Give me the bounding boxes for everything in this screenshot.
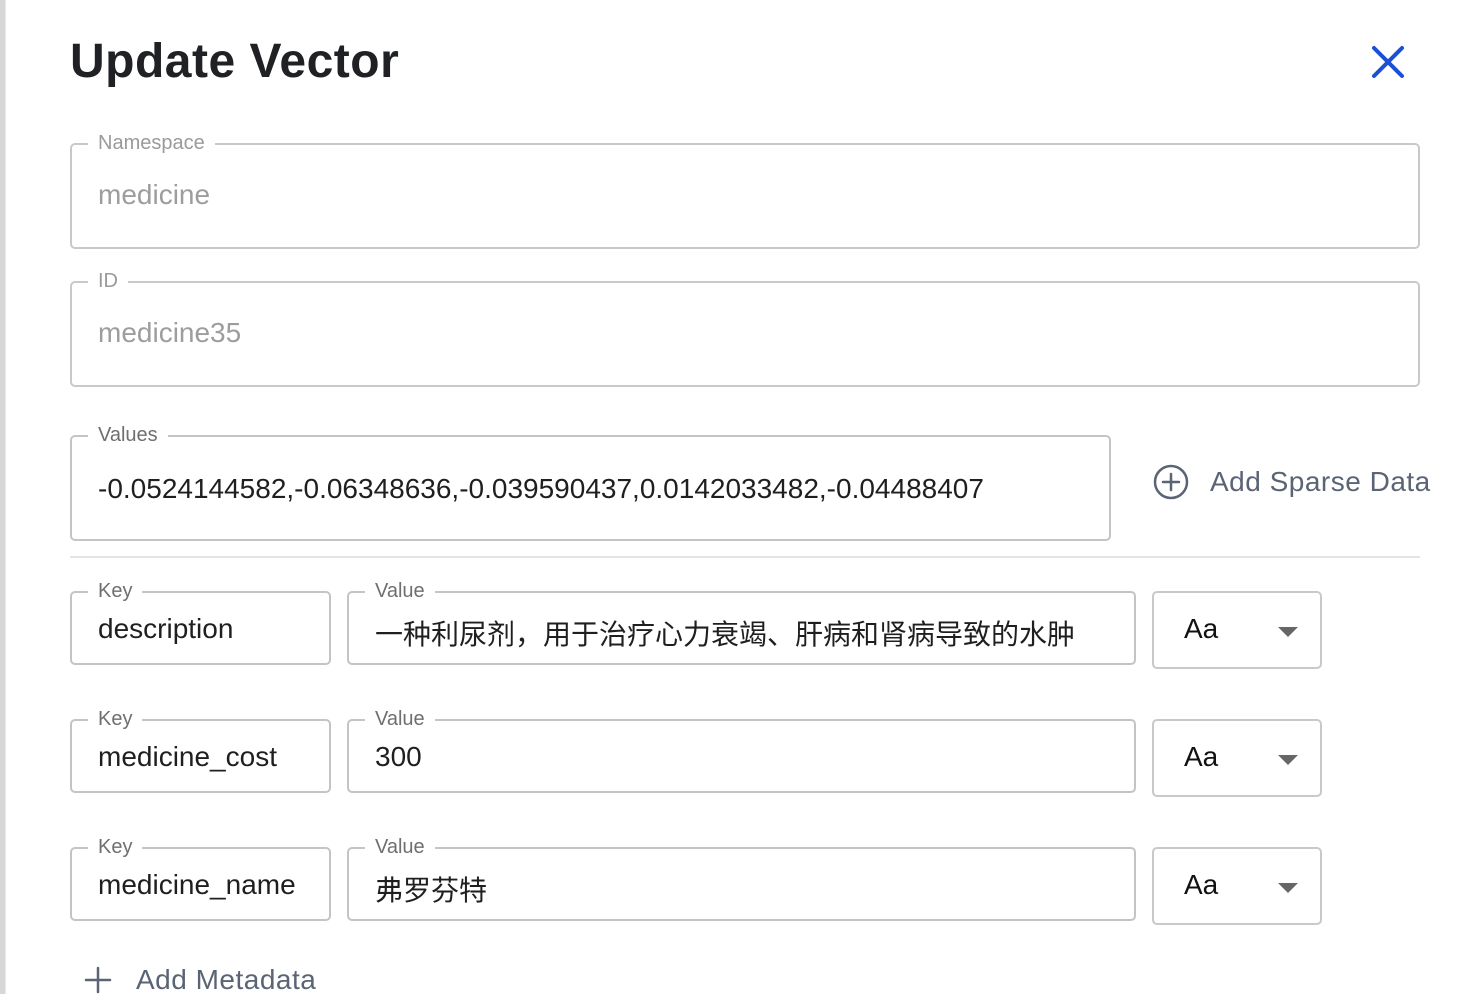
metadata-key-label: Key (88, 835, 143, 859)
metadata-value-field[interactable]: Value 300 (347, 707, 1136, 793)
metadata-value-label: Value (365, 707, 435, 731)
add-metadata-button[interactable]: Add Metadata (84, 962, 316, 998)
values-input[interactable]: -0.0524144582,-0.06348636,-0.039590437,0… (98, 473, 1088, 505)
plus-icon (84, 966, 112, 994)
metadata-key-field[interactable]: Key medicine_name (70, 835, 331, 921)
add-metadata-label: Add Metadata (136, 964, 317, 995)
chevron-down-icon (1278, 755, 1298, 765)
metadata-value-label: Value (365, 835, 435, 859)
metadata-value-field[interactable]: Value 弗罗芬特 (347, 835, 1136, 921)
id-label: ID (88, 269, 128, 293)
metadata-value-input[interactable]: 一种利尿剂，用于治疗心力衰竭、肝病和肾病导致的水肿 (375, 613, 1115, 653)
add-sparse-data-label: Add Sparse Data (1210, 466, 1431, 497)
id-value: medicine35 (98, 317, 242, 348)
metadata-value-input[interactable]: 300 (375, 741, 1115, 773)
plus-circle-icon (1153, 464, 1189, 500)
metadata-key-input[interactable]: medicine_cost (98, 741, 308, 773)
metadata-key-label: Key (88, 579, 143, 603)
chevron-down-icon (1278, 883, 1298, 893)
metadata-key-label: Key (88, 707, 143, 731)
metadata-type-select[interactable]: Aa (1152, 847, 1322, 925)
namespace-value: medicine (98, 179, 211, 210)
metadata-key-field[interactable]: Key description (70, 579, 331, 665)
metadata-value-field[interactable]: Value 一种利尿剂，用于治疗心力衰竭、肝病和肾病导致的水肿 (347, 579, 1136, 665)
close-button[interactable] (1366, 40, 1410, 84)
metadata-type-select[interactable]: Aa (1152, 719, 1322, 797)
values-label: Values (88, 423, 168, 447)
metadata-key-field[interactable]: Key medicine_cost (70, 707, 331, 793)
metadata-value-input[interactable]: 弗罗芬特 (375, 869, 1115, 909)
metadata-key-input[interactable]: description (98, 613, 308, 645)
namespace-label: Namespace (88, 131, 215, 155)
metadata-type-label: Aa (1184, 613, 1219, 644)
metadata-key-input[interactable]: medicine_name (98, 869, 306, 901)
id-field[interactable]: ID medicine35 (70, 269, 1420, 387)
dialog-title: Update Vector (70, 35, 400, 88)
values-field[interactable]: Values -0.0524144582,-0.06348636,-0.0395… (70, 423, 1111, 541)
background-panel-edge (0, 0, 6, 994)
metadata-type-select[interactable]: Aa (1152, 591, 1322, 669)
metadata-value-label: Value (365, 579, 435, 603)
chevron-down-icon (1278, 627, 1298, 637)
add-sparse-data-button[interactable]: Add Sparse Data (1152, 460, 1431, 504)
namespace-field[interactable]: Namespace medicine (70, 131, 1420, 249)
metadata-type-label: Aa (1184, 741, 1219, 772)
metadata-type-label: Aa (1184, 869, 1219, 900)
section-divider (70, 556, 1420, 558)
close-icon (1372, 46, 1404, 78)
